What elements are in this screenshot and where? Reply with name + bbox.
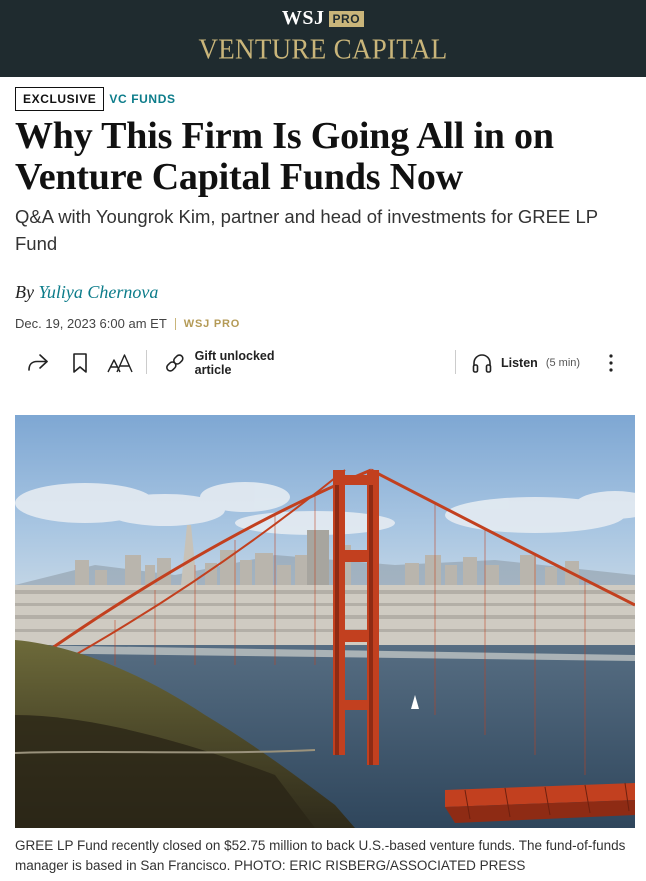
brand-row: WSJ PRO (0, 7, 646, 30)
exclusive-tag: EXCLUSIVE (15, 87, 105, 111)
wsj-pro-label[interactable]: WSJ PRO (184, 318, 240, 330)
text-size-button[interactable] (103, 346, 137, 380)
publish-date: Dec. 19, 2023 6:00 am ET (15, 316, 167, 331)
headline-line-2: Venture Capital Funds Now (15, 156, 463, 198)
byline: By Yuliya Chernova (15, 282, 158, 303)
bookmark-icon (73, 353, 87, 373)
listen-button[interactable]: Listen (5 min) (471, 346, 591, 380)
listen-duration: (5 min) (545, 357, 581, 369)
golden-gate-bridge-photo (15, 415, 635, 828)
wsj-logo[interactable]: WSJ (282, 7, 325, 29)
more-vertical-icon (609, 354, 613, 372)
author-link[interactable]: Yuliya Chernova (38, 282, 158, 302)
pro-badge: PRO (328, 10, 365, 27)
masthead: WSJ PRO VENTURE CAPITAL (0, 0, 646, 77)
article-photo (15, 415, 635, 828)
gift-article-label: Gift unlocked article (194, 349, 275, 377)
share-icon (28, 354, 48, 371)
share-button[interactable] (23, 346, 53, 380)
section-tag-link[interactable]: VC FUNDS (109, 92, 175, 106)
listen-label: Listen (501, 356, 538, 370)
link-icon (166, 354, 184, 372)
dateline-divider (174, 317, 176, 330)
headphones-icon (472, 354, 492, 373)
headline: Why This Firm Is Going All in on Venture… (15, 116, 635, 198)
section-title[interactable]: VENTURE CAPITAL (0, 33, 646, 66)
photo-caption: GREE LP Fund recently closed on $52.75 m… (15, 838, 626, 873)
article-tags: EXCLUSIVE VC FUNDS (15, 87, 176, 111)
text-size-icon (107, 354, 133, 373)
headline-line-1: Why This Firm Is Going All in on (15, 115, 554, 157)
toolbar-divider-right (455, 350, 456, 374)
more-options-button[interactable] (601, 346, 621, 380)
toolbar-divider-left (146, 350, 147, 374)
gift-article-button[interactable]: Gift unlocked article (163, 346, 313, 380)
dateline: Dec. 19, 2023 6:00 am ET WSJ PRO (15, 316, 240, 331)
article-toolbar: Gift unlocked article Listen (5 min) (15, 346, 631, 380)
byline-prefix: By (15, 282, 34, 302)
dek-subtitle: Q&A with Youngrok Kim, partner and head … (15, 206, 598, 254)
bookmark-button[interactable] (67, 346, 93, 380)
